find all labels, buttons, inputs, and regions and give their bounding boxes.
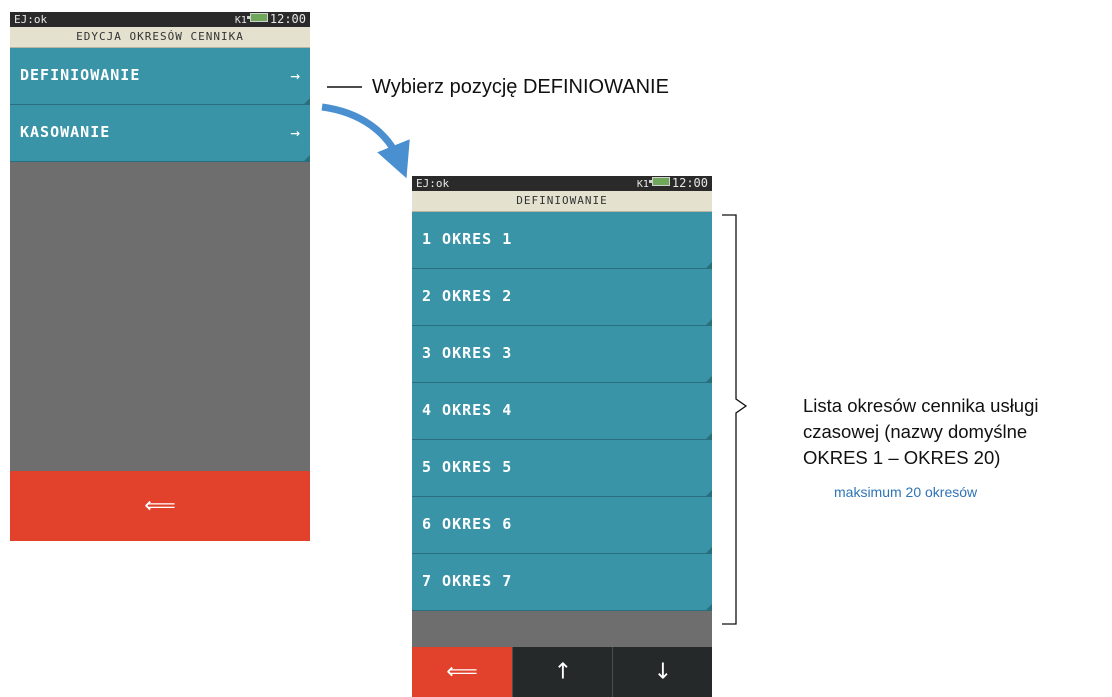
annotation-list-line: OKRES 1 – OKRES 20): [803, 447, 1001, 468]
curved-arrow: [321, 103, 410, 179]
annotation-list-line: czasowej (nazwy domyślne: [803, 421, 1028, 442]
annotation-maximum: maksimum 20 okresów: [834, 484, 978, 500]
annotation-definiowanie: Wybierz pozycję DEFINIOWANIE: [372, 76, 669, 98]
annotation-list-line: Lista okresów cennika usługi: [803, 395, 1039, 416]
annotation-graphics: [321, 86, 748, 625]
list-bracket: [722, 214, 748, 625]
annotation-list: Lista okresów cennika usługi czasowej (n…: [803, 393, 1039, 471]
